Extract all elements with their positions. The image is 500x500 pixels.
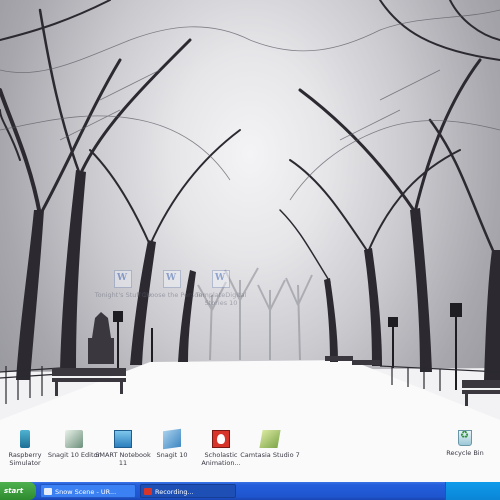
desktop[interactable]: Tonight's Stuff 10 Choose the Person Tem… <box>0 0 500 482</box>
desktop-icon-recycle-bin[interactable]: Recycle Bin <box>434 430 496 457</box>
word-document-icon <box>212 270 230 288</box>
desktop-icon-label: Recycle Bin <box>446 449 484 457</box>
desktop-icon-word-doc-3[interactable]: TemplateDigital Stories 10 <box>190 270 252 307</box>
wallpaper-snowy-park <box>0 0 500 482</box>
snagit-icon <box>163 428 181 450</box>
snagit-editor-icon <box>65 430 83 448</box>
browser-icon <box>44 488 52 495</box>
taskbar-button-recording[interactable]: Recording... <box>140 484 236 498</box>
word-document-icon <box>163 270 181 288</box>
camtasia-icon <box>259 430 281 448</box>
animation-app-icon <box>212 430 230 448</box>
desktop-icon-camtasia[interactable]: Camtasia Studio 7 <box>239 430 301 459</box>
start-button[interactable]: start <box>0 482 36 500</box>
record-icon <box>144 488 152 495</box>
taskbar-button-browser[interactable]: Snow Scene - UR... <box>40 484 136 498</box>
taskbar-button-label: Snow Scene - UR... <box>55 488 117 496</box>
desktop-icon-label: TemplateDigital Stories 10 <box>195 291 247 307</box>
system-tray[interactable] <box>445 482 500 500</box>
recycle-bin-icon <box>458 430 472 446</box>
smart-notebook-icon <box>114 430 132 448</box>
start-label: start <box>4 487 24 495</box>
taskbar: start Snow Scene - UR... Recording... <box>0 482 500 500</box>
desktop-icon-label: Camtasia Studio 7 <box>240 451 300 459</box>
taskbar-button-label: Recording... <box>155 488 194 496</box>
word-document-icon <box>114 270 132 288</box>
usb-drive-icon <box>20 430 30 448</box>
